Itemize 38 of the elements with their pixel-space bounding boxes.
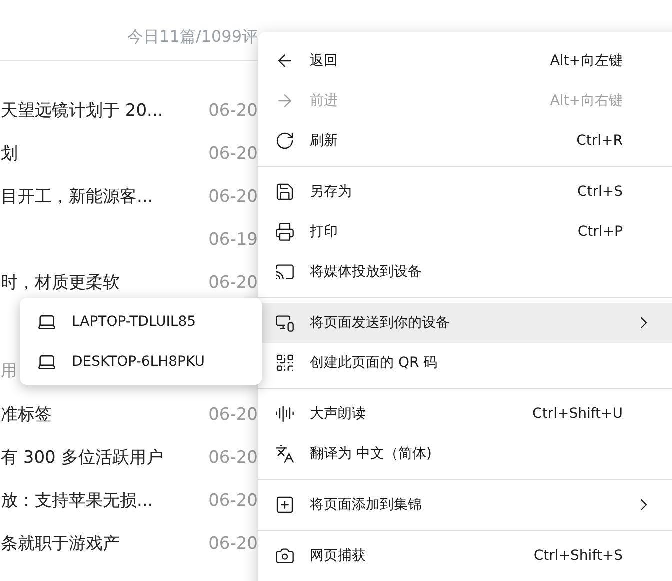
- printer-icon: [275, 222, 295, 242]
- translate-icon: [275, 444, 295, 464]
- article-date: 06-20: [208, 490, 258, 510]
- refresh-icon: [275, 131, 295, 151]
- stats-text: 今日11篇/1099评: [128, 26, 258, 48]
- article-date: 06-20: [208, 534, 258, 554]
- qr-code-icon: [275, 353, 295, 373]
- article-title[interactable]: 划: [1, 142, 18, 165]
- save-icon: [275, 182, 295, 202]
- article-date: 06-20: [208, 448, 258, 468]
- article-date: 06-19: [208, 230, 258, 250]
- devices-icon: [275, 313, 295, 333]
- article-date: 06-20: [208, 144, 258, 164]
- article-title[interactable]: 目开工，新能源客...: [1, 185, 154, 208]
- menu-item[interactable]: 打印 Ctrl+P: [258, 212, 672, 252]
- menu-item[interactable]: 返回 Alt+向左键: [258, 41, 672, 81]
- cast-icon: [275, 262, 295, 282]
- menu-item[interactable]: 刷新 Ctrl+R: [258, 121, 672, 161]
- menu-item[interactable]: 网页捕获 Ctrl+Shift+S: [258, 536, 672, 576]
- menu-item[interactable]: 翻译为 中文（简体): [258, 434, 672, 474]
- camera-icon: [275, 546, 295, 566]
- article-date: 06-20: [208, 404, 258, 424]
- menu-item[interactable]: 将页面添加到集锦: [258, 485, 672, 525]
- article-title[interactable]: 放：支持苹果无损...: [1, 489, 154, 512]
- article-date: 06-20: [208, 186, 258, 206]
- article-title[interactable]: 时，材质更柔软: [1, 271, 120, 294]
- article-title[interactable]: 有 300 多位活跃用户: [1, 446, 164, 469]
- article-title[interactable]: 天望远镜计划于 20...: [1, 99, 164, 122]
- summary-text: 用: [1, 361, 17, 382]
- menu-item[interactable]: 大声朗读 Ctrl+Shift+U: [258, 394, 672, 434]
- menu-item[interactable]: 将媒体投放到设备: [258, 252, 672, 292]
- sound-waves-icon: [275, 404, 295, 424]
- menu-item[interactable]: 另存为 Ctrl+S: [258, 172, 672, 212]
- plus-square-icon: [275, 495, 295, 515]
- article-title[interactable]: 准标签: [1, 403, 52, 426]
- article-title[interactable]: 条就职于游戏产: [1, 532, 120, 555]
- article-date: 06-20: [208, 100, 258, 120]
- article-date: 06-20: [208, 272, 258, 292]
